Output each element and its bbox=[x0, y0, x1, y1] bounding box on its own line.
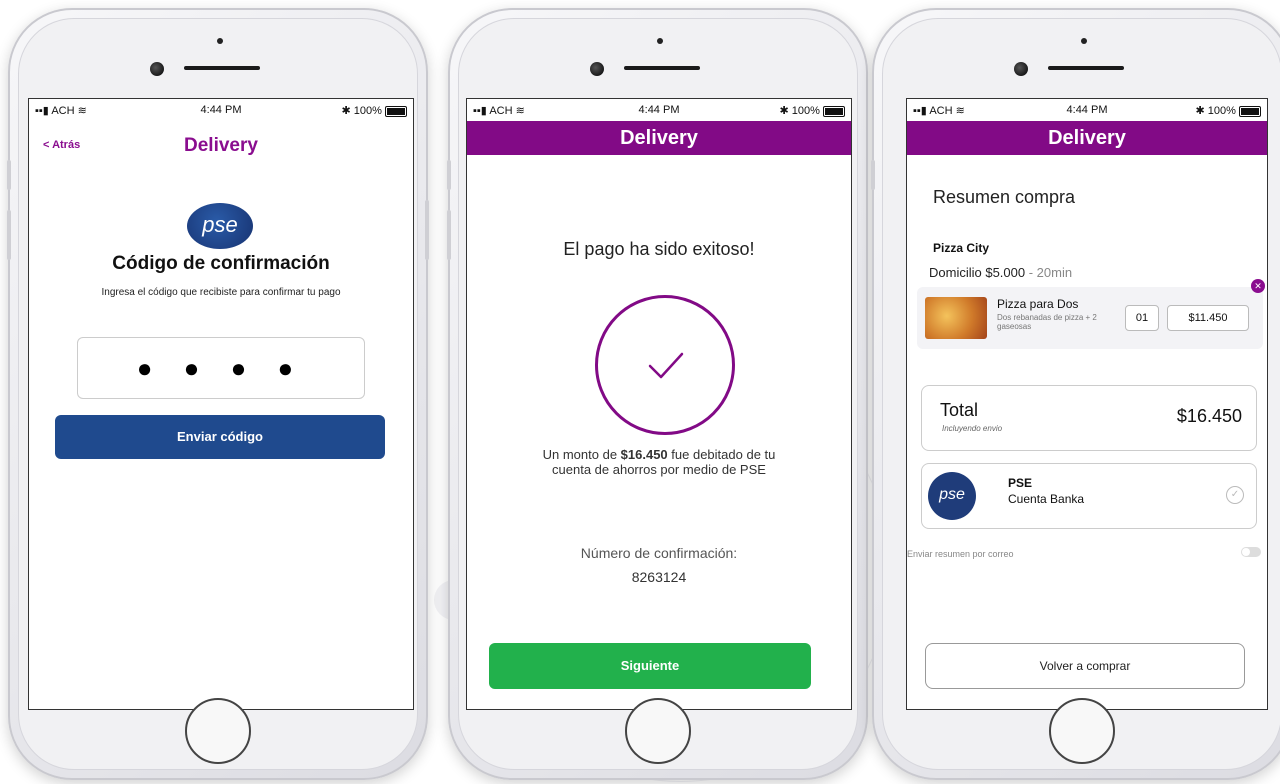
success-circle bbox=[595, 295, 735, 435]
earpiece-speaker bbox=[184, 66, 260, 70]
battery-indicator: ✱ 100% bbox=[342, 104, 407, 117]
screen-purchase-summary: ▪▪▮ ACH ≋ 4:44 PM ✱ 100% Delivery Resume… bbox=[906, 98, 1268, 710]
payment-name: PSE bbox=[1008, 476, 1033, 490]
side-button bbox=[447, 160, 451, 190]
page-title: Delivery bbox=[467, 121, 851, 155]
summary-title: Resumen compra bbox=[933, 187, 1076, 207]
email-summary-label: Enviar resumen por correo bbox=[907, 549, 1014, 559]
side-button bbox=[7, 210, 11, 260]
pse-logo: pse bbox=[928, 472, 976, 520]
front-sensor bbox=[657, 38, 663, 44]
email-summary-toggle[interactable] bbox=[1241, 547, 1261, 557]
remove-item-button[interactable]: ✕ bbox=[1251, 279, 1265, 293]
phone-frame-2: ▪▪▮ ACH ≋ 4:44 PM ✱ 100% Delivery El pag… bbox=[447, 8, 868, 780]
front-camera bbox=[150, 62, 164, 76]
item-name: Pizza para Dos bbox=[997, 297, 1079, 311]
home-button[interactable] bbox=[625, 698, 691, 764]
front-sensor bbox=[217, 38, 223, 44]
pse-logo-text: pse bbox=[939, 486, 965, 503]
delivery-fee: Domicilio $5.000 bbox=[929, 265, 1026, 280]
page-title: Delivery bbox=[907, 121, 1267, 155]
payment-account: Cuenta Banka bbox=[1008, 492, 1085, 506]
battery-icon bbox=[823, 105, 845, 117]
home-button[interactable] bbox=[185, 698, 251, 764]
front-camera bbox=[590, 62, 604, 76]
pse-logo-text: pse bbox=[202, 212, 238, 237]
confirmation-heading: Código de confirmación bbox=[112, 253, 330, 274]
code-mask: ● ● ● ● bbox=[136, 353, 306, 383]
quantity-field[interactable]: 01 bbox=[1125, 305, 1159, 331]
phone-frame-1: ▪▪▮ ACH ≋ 4:44 PM ✱ 100% < Atrás Deliver… bbox=[7, 8, 429, 780]
screen-confirmation-code: ▪▪▮ ACH ≋ 4:44 PM ✱ 100% < Atrás Deliver… bbox=[28, 98, 414, 710]
phone-frame-3: ▪▪▮ ACH ≋ 4:44 PM ✱ 100% Delivery Resume… bbox=[871, 8, 1280, 780]
front-sensor bbox=[1081, 38, 1087, 44]
toggle-knob bbox=[1242, 548, 1250, 556]
status-bar: ▪▪▮ ACH ≋ 4:44 PM ✱ 100% bbox=[907, 99, 1267, 121]
front-camera bbox=[1014, 62, 1028, 76]
price-field: $11.450 bbox=[1167, 305, 1249, 331]
total-note: Incluyendo envio bbox=[942, 424, 1003, 433]
side-button bbox=[7, 160, 11, 190]
total-box: Total Incluyendo envio $16.450 bbox=[921, 385, 1257, 451]
battery-indicator: ✱ 100% bbox=[780, 104, 845, 117]
pse-logo: pse bbox=[187, 203, 253, 249]
payment-method-card[interactable]: pse PSE Cuenta Banka ✓ bbox=[921, 463, 1257, 529]
side-button bbox=[447, 210, 451, 260]
battery-icon bbox=[1239, 105, 1261, 117]
battery-indicator: ✱ 100% bbox=[1196, 104, 1261, 117]
next-button[interactable]: Siguiente bbox=[489, 643, 811, 689]
status-bar: ▪▪▮ ACH ≋ 4:44 PM ✱ 100% bbox=[29, 99, 413, 121]
debit-info: Un monto de $16.450 fue debitado de tu c… bbox=[523, 447, 795, 477]
item-description: Dos rebanadas de pizza + 2 gaseosas bbox=[997, 313, 1097, 331]
page-title: Delivery bbox=[184, 135, 258, 156]
debit-amount: $16.450 bbox=[620, 447, 668, 462]
confirmation-number: 8263124 bbox=[631, 569, 687, 585]
battery-icon bbox=[385, 105, 407, 117]
earpiece-speaker bbox=[1048, 66, 1124, 70]
close-icon: ✕ bbox=[1254, 281, 1262, 291]
pizza-image bbox=[925, 297, 987, 339]
code-input[interactable]: ● ● ● ● bbox=[77, 337, 365, 399]
side-button bbox=[425, 200, 429, 260]
confirmation-label: Número de confirmación: bbox=[580, 545, 738, 561]
screen-payment-success: ▪▪▮ ACH ≋ 4:44 PM ✱ 100% Delivery El pag… bbox=[466, 98, 852, 710]
status-bar: ▪▪▮ ACH ≋ 4:44 PM ✱ 100% bbox=[467, 99, 851, 121]
home-button[interactable] bbox=[1049, 698, 1115, 764]
total-value: $16.450 bbox=[1176, 406, 1242, 426]
debit-prefix: Un monto de bbox=[542, 447, 621, 462]
selected-check-icon: ✓ bbox=[1226, 486, 1244, 504]
side-button bbox=[871, 160, 875, 190]
instruction-text: Ingresa el código que recibiste para con… bbox=[101, 287, 341, 298]
restaurant-name: Pizza City bbox=[933, 241, 990, 255]
buy-again-button[interactable]: Volver a comprar bbox=[925, 643, 1245, 689]
send-code-button[interactable]: Enviar código bbox=[55, 415, 385, 459]
success-message: El pago ha sido exitoso! bbox=[563, 239, 755, 259]
delivery-info: Domicilio $5.000 - 20min bbox=[929, 265, 1072, 280]
total-label: Total bbox=[940, 400, 979, 420]
earpiece-speaker bbox=[624, 66, 700, 70]
checkmark-icon bbox=[648, 352, 684, 379]
cart-item: Pizza para Dos Dos rebanadas de pizza + … bbox=[917, 287, 1263, 349]
delivery-time: - 20min bbox=[1025, 265, 1073, 280]
